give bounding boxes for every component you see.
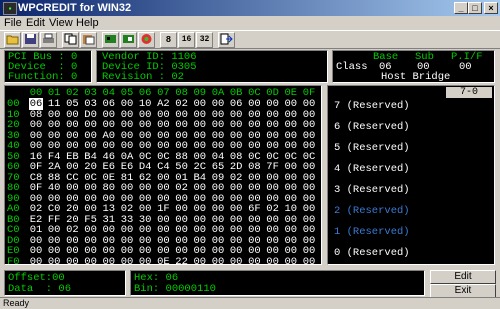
paste-icon[interactable] [80, 32, 97, 48]
bit-item[interactable]: 3 (Reserved) [334, 184, 410, 196]
hex-byte-cell[interactable]: 00 [102, 256, 116, 268]
hex-byte-cell[interactable]: 22 [175, 256, 189, 268]
bin-value: 00000110 [165, 283, 216, 295]
offset-panel: Offset:00 Data : 06 [4, 270, 126, 296]
edit-button[interactable]: Edit [430, 270, 496, 284]
toolbar: 8 16 32 [0, 30, 500, 49]
id-panel: Vendor ID: 1106 Device ID: 0305 Revision… [96, 50, 328, 83]
hex-byte-cell[interactable]: 00 [211, 256, 225, 268]
class-panel: Base Sub P.I/F Class 06 00 00 Host Bridg… [332, 50, 495, 83]
bit-item[interactable]: 5 (Reserved) [334, 142, 410, 154]
status-text: Ready [3, 298, 30, 308]
window-title: WPCREDIT for WIN32 [18, 2, 132, 14]
hex-byte-cell[interactable]: 00 [84, 256, 98, 268]
function-value: 0 [71, 71, 78, 83]
bit-item[interactable]: 0 (Reserved) [334, 247, 410, 259]
minimize-button[interactable]: _ [454, 2, 468, 14]
app-icon: ▪ [3, 2, 17, 15]
hex-byte-cell[interactable]: 00 [284, 256, 298, 268]
title-bar: ▪ WPCREDIT for WIN32 _ □ × [0, 0, 500, 16]
hex-byte-cell[interactable]: 00 [65, 256, 79, 268]
menu-edit[interactable]: Edit [26, 16, 45, 30]
hex-byte-cell[interactable]: 00 [302, 256, 316, 268]
print-icon[interactable] [40, 32, 57, 48]
pci-location-panel: PCI Bus : 0 Device : 0 Function: 0 [4, 50, 92, 83]
hex-byte-cell[interactable]: 00 [266, 256, 280, 268]
value-panel: Hex: 06 Bin: 00000110 [130, 270, 425, 296]
close-button[interactable]: × [484, 2, 498, 14]
open-icon[interactable] [4, 32, 21, 48]
hex-register-panel: 00 01 02 03 04 05 06 07 08 09 0A 0B 0C 0D 0E 0F 00 06 11 0… [4, 85, 322, 268]
bit-panel: 7-0 7 (Reserved) 6 (Reserved) 5 (Reserved)… [327, 85, 495, 265]
hex-byte-cell[interactable]: 00 [120, 256, 134, 268]
revision-value: 02 [171, 71, 184, 83]
maximize-button[interactable]: □ [468, 2, 482, 14]
bit-item[interactable]: 7 (Reserved) [334, 100, 410, 112]
class-pif-value: 00 [459, 61, 472, 73]
hex-byte-cell[interactable]: 00 [47, 256, 61, 268]
data-value: 06 [58, 283, 72, 295]
bit-item[interactable]: 4 (Reserved) [334, 163, 410, 175]
hex-byte-cell[interactable]: 0E [156, 256, 170, 268]
exit-button[interactable]: Exit [430, 284, 496, 298]
export-icon[interactable] [218, 32, 235, 48]
data-label: Data : [8, 283, 53, 295]
hex-byte-cell[interactable]: 00 [247, 256, 261, 268]
status-bar: Ready [0, 297, 500, 309]
word-view-button[interactable]: 16 [178, 32, 195, 48]
hex-row-address: F0 [7, 255, 20, 268]
hex-byte-cell[interactable]: 00 [29, 256, 43, 268]
revision-label: Revision : [102, 71, 166, 83]
menu-bar: File Edit View Help [0, 16, 500, 30]
pci-icon[interactable] [102, 32, 119, 48]
save-icon[interactable] [22, 32, 39, 48]
hex-byte-cell[interactable]: 00 [229, 256, 243, 268]
bit-item[interactable]: 2 (Reserved) [334, 205, 410, 217]
hex-byte-cell[interactable]: 00 [193, 256, 207, 268]
menu-help[interactable]: Help [76, 16, 99, 30]
exec-icon[interactable] [138, 32, 155, 48]
class-label: Class [336, 61, 368, 73]
byte-view-button[interactable]: 8 [160, 32, 177, 48]
bit-item[interactable]: 1 (Reserved) [334, 226, 410, 238]
menu-view[interactable]: View [49, 16, 73, 30]
menu-file[interactable]: File [4, 16, 22, 30]
dword-view-button[interactable]: 32 [196, 32, 213, 48]
bit-item[interactable]: 6 (Reserved) [334, 121, 410, 133]
bit-range-header: 7-0 [446, 87, 492, 98]
function-label: Function: [8, 71, 65, 83]
hex-byte-cell[interactable]: 00 [138, 256, 152, 268]
bar-icon[interactable] [120, 32, 137, 48]
bin-label: Bin: [134, 283, 160, 295]
class-name: Host Bridge [381, 71, 451, 83]
copy-icon[interactable] [62, 32, 79, 48]
